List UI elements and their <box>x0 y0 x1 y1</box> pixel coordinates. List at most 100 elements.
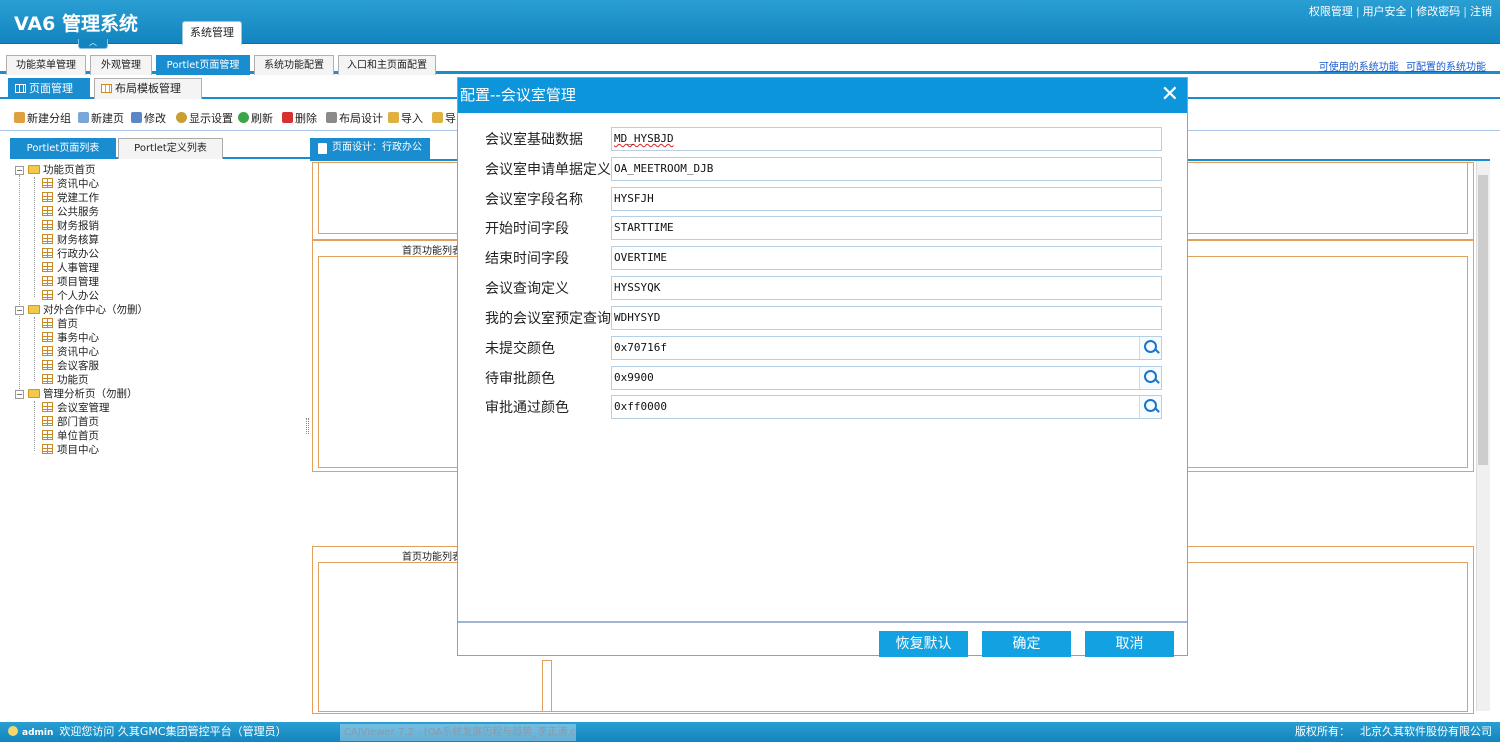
ok-button[interactable]: 确定 <box>982 631 1071 657</box>
refresh-button[interactable]: 刷新 <box>238 110 273 126</box>
delete-icon <box>282 112 293 123</box>
tree-item[interactable]: 财务报销 <box>42 219 99 233</box>
link-usable-functions[interactable]: 可使用的系统功能 <box>1319 62 1399 73</box>
copyright-label: 版权所有： <box>1295 725 1350 738</box>
panel-splitter[interactable] <box>306 418 309 434</box>
tree-item[interactable]: 人事管理 <box>42 261 99 275</box>
start-time-input[interactable]: STARTTIME <box>611 216 1162 240</box>
my-booking-query-input[interactable]: WDHYSYD <box>611 306 1162 330</box>
page-icon <box>318 143 327 154</box>
pending-color-input[interactable]: 0x9900 <box>611 366 1162 390</box>
tree-item[interactable]: 会议室管理 <box>42 401 110 415</box>
config-dialog: 配置--会议室管理 ✕ 会议室基础数据 MD_HYSBJD 会议室申请单据定义 … <box>458 78 1187 657</box>
tree-item-label: 首页 <box>57 318 78 330</box>
tree-item[interactable]: 首页 <box>42 317 78 331</box>
tab-menu-management[interactable]: 功能菜单管理 <box>6 55 86 75</box>
tree-item-label: 资讯中心 <box>57 178 99 190</box>
tree-item[interactable]: 财务核算 <box>42 233 99 247</box>
tab-entry-config[interactable]: 入口和主页面配置 <box>338 55 436 75</box>
tree-item-selected[interactable]: 行政办公 <box>42 247 99 261</box>
tab-portlet-page-list[interactable]: Portlet页面列表 <box>10 138 116 159</box>
approved-color-value: 0xff0000 <box>614 400 667 413</box>
layout-design-button[interactable]: 布局设计 <box>326 110 383 126</box>
display-settings-button[interactable]: 显示设置 <box>176 110 233 126</box>
field-label-room-base-data: 会议室基础数据 <box>485 132 583 148</box>
scrollbar-thumb[interactable] <box>1478 175 1488 465</box>
table-icon <box>42 416 53 426</box>
tree-group-function-home[interactable]: 功能页首页 <box>28 163 96 177</box>
tree-item-label: 行政办公 <box>57 248 99 260</box>
room-field-name-input[interactable]: HYSFJH <box>611 187 1162 211</box>
tab-system-management[interactable]: 系统管理 <box>182 21 242 45</box>
tree-item[interactable]: 会议客服 <box>42 359 99 373</box>
search-icon[interactable] <box>1139 337 1161 359</box>
meeting-query-input[interactable]: HYSSYQK <box>611 276 1162 300</box>
tab-page-management[interactable]: 页面管理 <box>8 78 90 99</box>
tree-item[interactable]: 资讯中心 <box>42 177 99 191</box>
field-label-approved-color: 审批通过颜色 <box>485 400 569 416</box>
field-label-application-form: 会议室申请单据定义 <box>485 162 611 178</box>
tree-item[interactable]: 事务中心 <box>42 331 99 345</box>
new-page-button[interactable]: 新建页 <box>78 110 124 126</box>
tree-group-external-cooperation[interactable]: 对外合作中心（勿删） <box>28 303 148 317</box>
layout-icon <box>101 84 112 93</box>
tree-item-label: 项目中心 <box>57 444 99 456</box>
approved-color-input[interactable]: 0xff0000 <box>611 395 1162 419</box>
layout-design-label: 布局设计 <box>339 112 383 125</box>
edit-button[interactable]: 修改 <box>131 110 166 126</box>
export-button[interactable]: 导 <box>432 110 456 126</box>
collapse-header-icon[interactable]: ︿ <box>78 39 108 49</box>
table-icon <box>42 318 53 328</box>
tree-item[interactable]: 功能页 <box>42 373 89 387</box>
tab-system-function-config[interactable]: 系统功能配置 <box>254 55 334 75</box>
unsubmitted-color-input[interactable]: 0x70716f <box>611 336 1162 360</box>
room-base-data-input[interactable]: MD_HYSBJD <box>611 127 1162 151</box>
collapse-toggle-icon[interactable]: − <box>15 166 24 175</box>
tree-item-label: 功能页 <box>57 374 89 386</box>
tree-item-label: 财务报销 <box>57 220 99 232</box>
tree-item[interactable]: 项目管理 <box>42 275 99 289</box>
link-user-security[interactable]: 用户安全 <box>1363 5 1407 18</box>
end-time-input[interactable]: OVERTIME <box>611 246 1162 270</box>
collapse-toggle-icon[interactable]: − <box>15 306 24 315</box>
cancel-button[interactable]: 取消 <box>1085 631 1174 657</box>
taskbar-item[interactable]: CAJViewer 7.2 - [OA系统发展历程与趋势_李正涛.caj] <box>340 724 576 741</box>
tab-appearance[interactable]: 外观管理 <box>90 55 152 75</box>
tree-item[interactable]: 资讯中心 <box>42 345 99 359</box>
delete-button[interactable]: 删除 <box>282 110 317 126</box>
import-button[interactable]: 导入 <box>388 110 423 126</box>
search-icon[interactable] <box>1139 367 1161 389</box>
tree-line <box>34 401 35 451</box>
display-settings-label: 显示设置 <box>189 112 233 125</box>
tree-item[interactable]: 部门首页 <box>42 415 99 429</box>
tree-item[interactable]: 公共服务 <box>42 205 99 219</box>
restore-defaults-button[interactable]: 恢复默认 <box>879 631 968 657</box>
tree-line <box>19 175 20 397</box>
tree-group-label: 对外合作中心（勿删） <box>43 304 148 316</box>
close-icon[interactable]: ✕ <box>1161 78 1179 112</box>
tree-group-management-analysis[interactable]: 管理分析页（勿删） <box>28 387 138 401</box>
link-permission-management[interactable]: 权限管理 <box>1309 5 1353 18</box>
tree-item[interactable]: 党建工作 <box>42 191 99 205</box>
tree-item[interactable]: 个人办公 <box>42 289 99 303</box>
new-page-label: 新建页 <box>91 112 124 125</box>
tab-portlet-definition-list[interactable]: Portlet定义列表 <box>118 138 223 159</box>
link-configurable-functions[interactable]: 可配置的系统功能 <box>1406 62 1486 73</box>
tree-item[interactable]: 单位首页 <box>42 429 99 443</box>
tab-page-design[interactable]: 页面设计：行政办公 <box>310 138 430 159</box>
new-group-button[interactable]: 新建分组 <box>14 110 71 126</box>
collapse-toggle-icon[interactable]: − <box>15 390 24 399</box>
folder-icon <box>28 389 40 398</box>
tab-layout-templates[interactable]: 布局模板管理 <box>94 78 202 99</box>
layout-region[interactable] <box>542 660 552 712</box>
tree-item[interactable]: 项目中心 <box>42 443 99 457</box>
tab-portlet-pages[interactable]: Portlet页面管理 <box>156 55 250 75</box>
application-form-input[interactable]: OA_MEETROOM_DJB <box>611 157 1162 181</box>
top-links: 权限管理 | 用户安全 | 修改密码 | 注销 <box>1308 5 1492 18</box>
search-icon[interactable] <box>1139 396 1161 418</box>
link-change-password[interactable]: 修改密码 <box>1416 5 1460 18</box>
link-logout[interactable]: 注销 <box>1470 5 1492 18</box>
main-tabs: 功能菜单管理 外观管理 Portlet页面管理 系统功能配置 入口和主页面配置 <box>0 52 1500 75</box>
field-label-unsubmitted-color: 未提交颜色 <box>485 341 555 357</box>
table-icon <box>42 220 53 230</box>
